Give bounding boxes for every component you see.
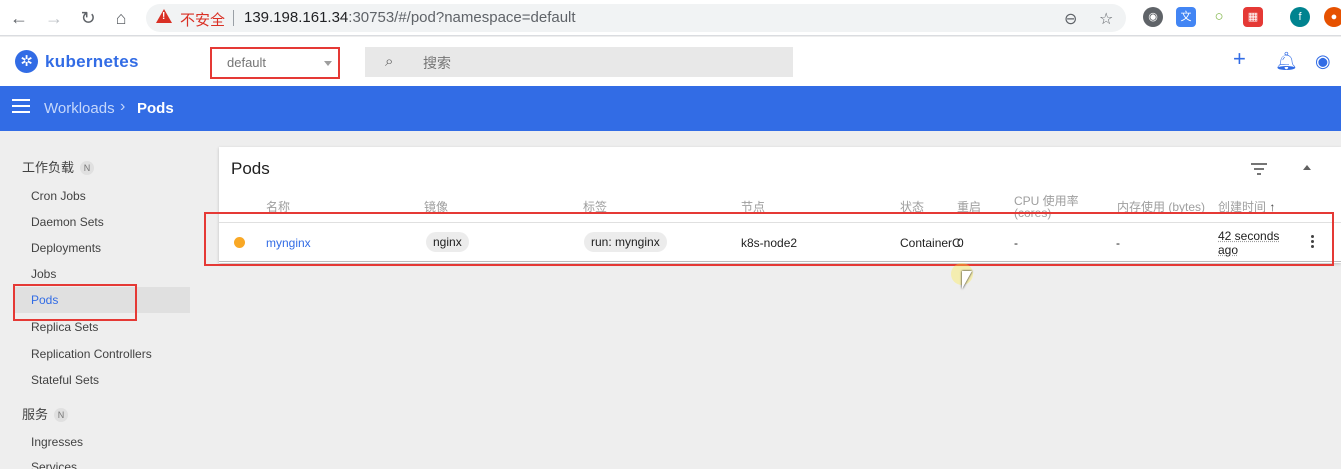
annotation-highlight-box (13, 284, 137, 321)
kubernetes-logo-icon[interactable]: ✲ (15, 50, 38, 73)
sidebar-item-daemon-sets[interactable]: Daemon Sets (31, 215, 104, 229)
filter-icon[interactable] (1251, 163, 1267, 175)
reload-icon[interactable]: ↻ (77, 7, 99, 29)
namespaced-badge: N (54, 408, 69, 422)
collapse-arrow-icon[interactable] (1303, 165, 1311, 170)
extension-icon[interactable]: ◉ (1143, 7, 1163, 27)
breadcrumb-current: Pods (137, 100, 174, 117)
namespaced-badge: N (80, 161, 95, 175)
sidebar-item-replication-controllers[interactable]: Replication Controllers (31, 347, 152, 361)
browser-toolbar: ← → ↻ ⌂ 不安全 139.198.161.34:30753/#/pod?n… (0, 0, 1341, 36)
sidebar-item-replica-sets[interactable]: Replica Sets (31, 320, 98, 334)
create-plus-icon[interactable]: + (1233, 48, 1246, 70)
annotation-highlight-box (204, 212, 1334, 266)
url-text[interactable]: 139.198.161.34:30753/#/pod?namespace=def… (244, 9, 576, 26)
sidebar-item-ingresses[interactable]: Ingresses (31, 435, 83, 449)
namespace-value: default (227, 55, 267, 70)
notifications-bell-icon[interactable]: 🔔︎ (1275, 51, 1298, 71)
app-header: ✲ kubernetes default ⌕ 搜索 + 🔔︎ ◉ (0, 37, 1341, 86)
translate-icon[interactable]: 文 (1176, 7, 1196, 27)
dropdown-caret-icon (324, 61, 332, 66)
sidebar-section-workloads[interactable]: 工作负载 N (22, 157, 95, 176)
breadcrumb-workloads[interactable]: Workloads (44, 100, 115, 117)
zoom-icon[interactable]: ⊖ (1064, 9, 1077, 29)
warning-icon (156, 9, 172, 23)
profile-avatar[interactable]: f (1290, 7, 1310, 27)
home-icon[interactable]: ⌂ (110, 7, 132, 29)
sidebar-item-services[interactable]: Services (31, 460, 77, 469)
chevron-right-icon: › (120, 98, 126, 115)
sidebar-item-jobs[interactable]: Jobs (31, 267, 56, 281)
sidebar-item-deployments[interactable]: Deployments (31, 241, 101, 255)
bookmark-star-icon[interactable]: ☆ (1099, 9, 1113, 29)
sidebar-item-cron-jobs[interactable]: Cron Jobs (31, 189, 86, 203)
extension-leaf-icon[interactable]: ○ (1209, 7, 1229, 27)
search-icon: ⌕ (385, 53, 394, 70)
extension-grid-icon[interactable]: ▦ (1243, 7, 1263, 27)
sidebar: 工作负载 N Cron Jobs Daemon Sets Deployments … (0, 131, 200, 469)
address-divider (233, 10, 234, 26)
back-icon[interactable]: ← (8, 7, 30, 29)
extension-red-icon[interactable]: ● (1324, 7, 1341, 27)
forward-icon[interactable]: → (43, 7, 65, 29)
address-bar[interactable]: 不安全 139.198.161.34:30753/#/pod?namespace… (146, 4, 1126, 32)
sidebar-item-stateful-sets[interactable]: Stateful Sets (31, 373, 99, 387)
card-title: Pods (231, 159, 270, 178)
breadcrumb-toolbar: Workloads › Pods (0, 86, 1341, 131)
insecure-label: 不安全 (180, 12, 226, 29)
menu-icon[interactable] (12, 99, 30, 113)
sidebar-section-services[interactable]: 服务 N (22, 404, 69, 423)
namespace-select[interactable]: default (210, 47, 340, 79)
search-placeholder: 搜索 (423, 55, 451, 71)
search-input[interactable]: ⌕ 搜索 (365, 47, 793, 77)
account-icon[interactable]: ◉ (1315, 51, 1331, 71)
mouse-cursor-icon (962, 271, 972, 289)
app-title[interactable]: kubernetes (45, 52, 139, 72)
